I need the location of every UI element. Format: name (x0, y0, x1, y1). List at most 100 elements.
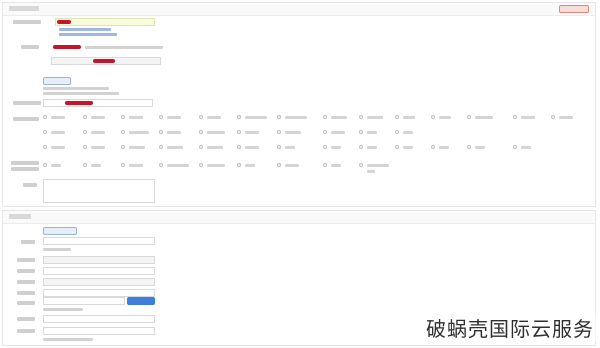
service-option-radio[interactable] (551, 115, 555, 119)
service-option-label (367, 131, 377, 134)
service-option-radio[interactable] (121, 115, 125, 119)
hint-link[interactable] (59, 28, 111, 31)
service-option-label (207, 164, 225, 167)
service-option-label (167, 116, 181, 119)
field-label-domain (13, 20, 41, 24)
service-option-label (521, 116, 535, 119)
hint-text (43, 248, 71, 251)
remark-textarea[interactable] (43, 179, 155, 203)
service-option-radio[interactable] (467, 115, 471, 119)
service-option-label (521, 146, 531, 149)
service-option-radio[interactable] (43, 145, 47, 149)
service-option-radio[interactable] (237, 163, 241, 167)
service-option-label (367, 164, 389, 167)
service-option-radio[interactable] (121, 130, 125, 134)
service-option-radio[interactable] (431, 115, 435, 119)
service-option-radio[interactable] (83, 130, 87, 134)
top-right-action-button[interactable] (559, 5, 589, 13)
service-option-radio[interactable] (237, 145, 241, 149)
service-option-label (91, 146, 105, 149)
field-label (17, 329, 35, 333)
redacted-value (57, 20, 71, 24)
service-option-label (245, 146, 259, 149)
service-option-radio[interactable] (83, 145, 87, 149)
service-option-radio[interactable] (277, 163, 281, 167)
field-label (17, 258, 35, 262)
service-option-label (245, 164, 255, 167)
service-option-label (331, 116, 347, 119)
field-label (17, 317, 35, 321)
service-option-radio[interactable] (513, 145, 517, 149)
type-select[interactable] (43, 256, 155, 264)
service-option-radio[interactable] (159, 163, 163, 167)
phone-input[interactable] (43, 315, 155, 323)
service-option-radio[interactable] (359, 130, 363, 134)
service-option-radio[interactable] (467, 145, 471, 149)
email-input[interactable] (43, 327, 155, 335)
add-item-button[interactable] (43, 77, 71, 85)
service-option-radio[interactable] (83, 115, 87, 119)
service-option-radio[interactable] (395, 145, 399, 149)
service-option-radio[interactable] (277, 145, 281, 149)
field-label (17, 269, 35, 273)
hint-link[interactable] (59, 33, 117, 36)
panel-title (9, 214, 31, 219)
service-option-radio[interactable] (83, 163, 87, 167)
service-option-label (129, 146, 145, 149)
service-option-label (285, 131, 301, 134)
service-option-radio[interactable] (431, 145, 435, 149)
service-option-radio[interactable] (237, 130, 241, 134)
service-option-radio[interactable] (395, 115, 399, 119)
service-option-label (207, 131, 225, 134)
service-option-radio[interactable] (199, 163, 203, 167)
service-option-label (475, 116, 493, 119)
panel-header (3, 3, 595, 16)
service-option-label (367, 116, 383, 119)
service-option-radio[interactable] (237, 115, 241, 119)
service-option-radio[interactable] (323, 163, 327, 167)
service-option-label (91, 164, 101, 167)
service-option-radio[interactable] (121, 145, 125, 149)
select-contact-button[interactable] (43, 227, 77, 235)
field-label-remark (23, 183, 37, 187)
region-select[interactable] (43, 278, 155, 286)
service-option-radio[interactable] (199, 145, 203, 149)
service-option-radio[interactable] (359, 115, 363, 119)
service-option-radio[interactable] (395, 130, 399, 134)
service-option-radio[interactable] (323, 145, 327, 149)
service-option-radio[interactable] (121, 163, 125, 167)
service-option-label (245, 131, 259, 134)
service-option-radio[interactable] (359, 163, 363, 167)
panel-title (9, 6, 39, 11)
upload-button[interactable] (127, 297, 155, 305)
service-option-radio[interactable] (277, 130, 281, 134)
service-option-label (475, 146, 485, 149)
service-option-label (167, 164, 189, 167)
service-option-radio[interactable] (277, 115, 281, 119)
record-input[interactable] (43, 99, 153, 107)
field-label-record (13, 101, 41, 105)
service-option-label (51, 116, 65, 119)
service-option-radio[interactable] (43, 130, 47, 134)
redacted-value (53, 45, 81, 49)
help-text (43, 92, 119, 95)
service-option-radio[interactable] (199, 130, 203, 134)
service-option-radio[interactable] (159, 145, 163, 149)
service-option-radio[interactable] (159, 115, 163, 119)
service-option-radio[interactable] (323, 130, 327, 134)
file-input[interactable] (43, 297, 125, 305)
service-option-radio[interactable] (43, 115, 47, 119)
id-input[interactable] (43, 289, 155, 297)
service-option-radio[interactable] (159, 130, 163, 134)
watermark: 破蜗壳国际云服务 (424, 313, 596, 342)
service-option-label (285, 116, 307, 119)
service-option-radio[interactable] (359, 145, 363, 149)
service-option-radio[interactable] (199, 115, 203, 119)
service-option-radio[interactable] (43, 163, 47, 167)
service-option-label (559, 116, 573, 119)
service-option-radio[interactable] (513, 115, 517, 119)
contact-input[interactable] (43, 237, 155, 245)
name-input[interactable] (43, 267, 155, 275)
owner-note (85, 46, 163, 49)
service-option-radio[interactable] (323, 115, 327, 119)
